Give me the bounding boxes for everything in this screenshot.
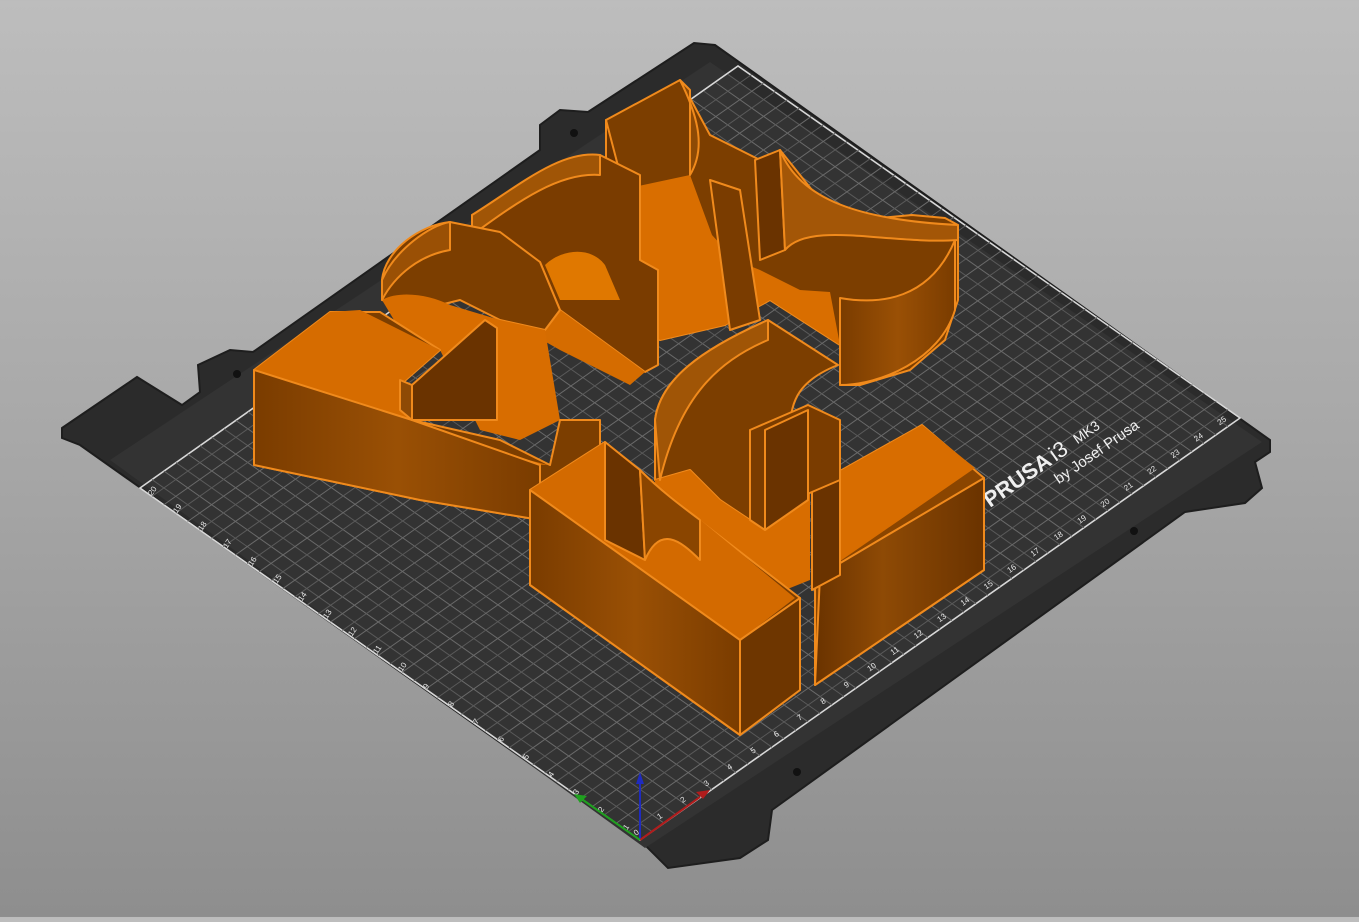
bed-hole (1130, 527, 1138, 535)
bed-hole (233, 370, 241, 378)
3d-viewport[interactable]: 20 19 18 17 16 15 14 13 12 11 10 9 8 7 6 5 4 3 2 1 01234567… (0, 0, 1359, 917)
bed-hole (570, 129, 578, 137)
bed-hole (793, 768, 801, 776)
scene-canvas[interactable]: 2019181716151413121110987654321 01234567… (0, 0, 1359, 917)
